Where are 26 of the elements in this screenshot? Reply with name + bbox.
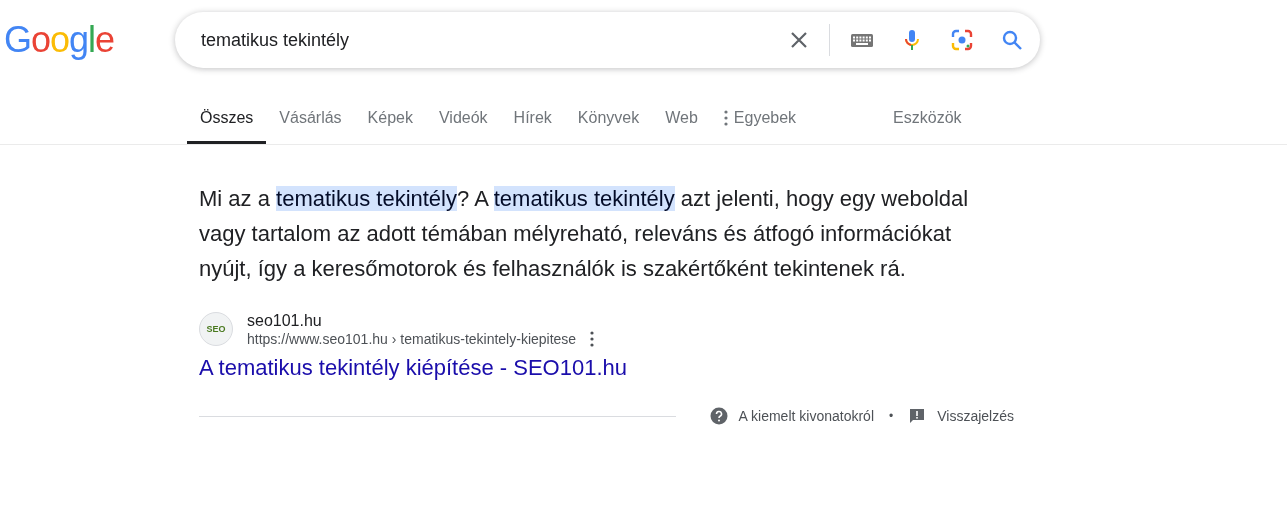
separator-dot: • bbox=[889, 409, 894, 423]
camera-icon[interactable] bbox=[950, 28, 974, 52]
tab[interactable]: Videók bbox=[425, 109, 501, 144]
more-icon bbox=[723, 110, 728, 126]
tools-button[interactable]: Eszközök bbox=[893, 109, 962, 144]
site-favicon[interactable]: SEO bbox=[199, 312, 233, 346]
tab[interactable]: Hírek bbox=[500, 109, 565, 144]
tab[interactable]: Web bbox=[652, 109, 711, 144]
search-input[interactable]: tematikus tekintély bbox=[201, 29, 761, 51]
tab[interactable]: Képek bbox=[354, 109, 426, 144]
site-url[interactable]: https://www.seo101.hu › tematikus-tekintely-kiepitese bbox=[247, 331, 577, 347]
feedback-icon[interactable] bbox=[908, 407, 927, 425]
logo[interactable]: Google bbox=[4, 19, 175, 61]
snippet-text: Mi az a tematikus tekintély? A tematikus tekintély azt jelenti, hogy egy weboldal vagy tartalom az adott témában mélyreható, releváns és átfogó információkat nyújt, így a keresőmotorok és felhasználók is szakértőként tekintenek rá. bbox=[199, 185, 970, 283]
search-bar[interactable]: tematikus tekintély bbox=[175, 12, 1040, 68]
tab[interactable]: Egyebek bbox=[710, 109, 810, 144]
tab[interactable]: Összes bbox=[187, 109, 267, 144]
more-icon[interactable] bbox=[590, 331, 595, 347]
about-link[interactable]: A kiemelt kivonatokról bbox=[738, 408, 874, 424]
result-title-link[interactable]: A tematikus tekintély kiépítése - SEO101.hu bbox=[199, 355, 627, 381]
feedback-link[interactable]: Visszajelzés bbox=[937, 408, 1014, 424]
search-icon[interactable] bbox=[1000, 28, 1024, 52]
site-name[interactable]: seo101.hu bbox=[247, 311, 595, 331]
tab[interactable]: Könyvek bbox=[564, 109, 653, 144]
help-icon[interactable] bbox=[709, 407, 728, 425]
tab[interactable]: Vásárlás bbox=[266, 109, 355, 144]
